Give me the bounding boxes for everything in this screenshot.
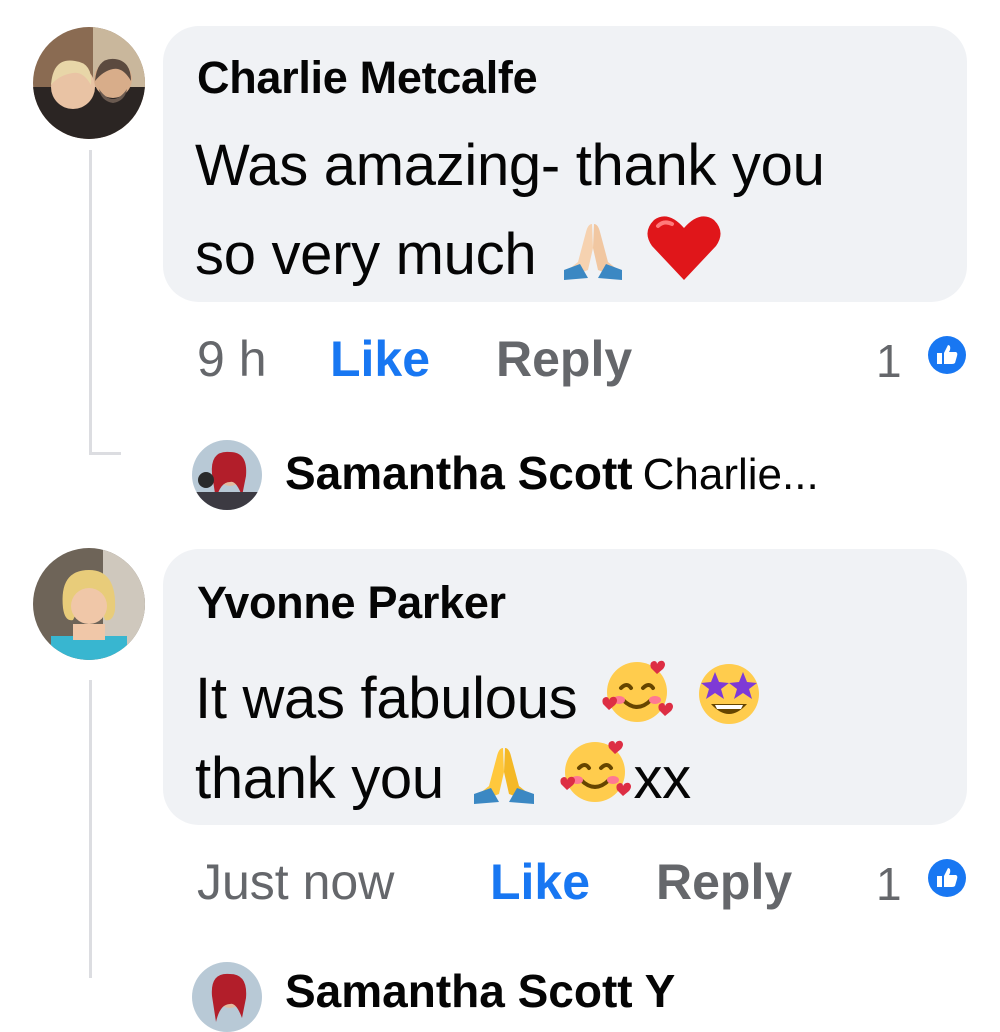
avatar[interactable] (33, 548, 145, 660)
comment-author[interactable]: Yvonne Parker (197, 577, 506, 629)
smiling-face-with-hearts-icon (557, 736, 633, 820)
red-heart-icon (644, 212, 724, 296)
reaction-count[interactable]: 1 (876, 334, 902, 388)
avatar[interactable] (33, 27, 145, 139)
smiling-face-with-hearts-icon (599, 656, 675, 740)
comment-text: thank you (195, 746, 444, 811)
comment-text: so very much (195, 222, 537, 287)
folded-hands-icon (558, 218, 628, 296)
comment-timestamp[interactable]: Just now (197, 853, 394, 911)
avatar-photo-icon (33, 548, 145, 660)
like-button[interactable]: Like (330, 330, 430, 388)
reply-author[interactable]: Samantha Scott (285, 447, 633, 499)
reply-preview[interactable]: Samantha Scott Y (285, 964, 675, 1018)
avatar-photo-icon (192, 962, 262, 1032)
reply-button[interactable]: Reply (496, 330, 632, 388)
comment-author[interactable]: Charlie Metcalfe (197, 52, 538, 104)
reply-author[interactable]: Samantha Scott Y (285, 965, 675, 1017)
like-reaction-icon[interactable] (928, 336, 966, 374)
comment-text: It was fabulous (195, 666, 578, 731)
reaction-count[interactable]: 1 (876, 857, 902, 911)
thread-line (89, 680, 92, 978)
comment-text-line: thank you xx (195, 736, 691, 820)
thread-line (89, 150, 92, 455)
like-reaction-icon[interactable] (928, 859, 966, 897)
thread-line-elbow (89, 452, 121, 455)
comment-text-line: so very much (195, 212, 724, 296)
comment-text-line: It was fabulous (195, 656, 767, 740)
avatar-photo-icon (192, 440, 262, 510)
reply-snippet: Charlie... (642, 450, 819, 499)
reply-avatar[interactable] (192, 962, 262, 1032)
comment-text-line: Was amazing- thank you (195, 133, 825, 198)
reply-preview[interactable]: Samantha Scott Charlie... (285, 446, 819, 500)
like-button[interactable]: Like (490, 853, 590, 911)
avatar-photo-icon (33, 27, 145, 139)
reply-avatar[interactable] (192, 440, 262, 510)
folded-hands-icon (466, 742, 542, 820)
reply-button[interactable]: Reply (656, 853, 792, 911)
star-struck-icon (691, 656, 767, 740)
comment-text-suffix: xx (633, 746, 691, 811)
comment-timestamp[interactable]: 9 h (197, 330, 267, 388)
